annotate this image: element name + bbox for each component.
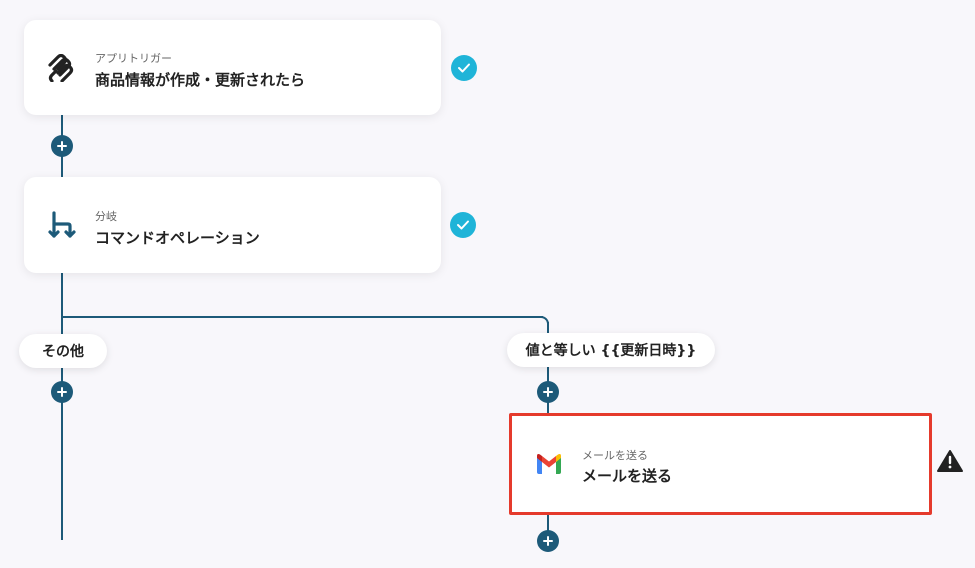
check-icon [451,55,477,81]
connector-line-branch-to-split [61,272,63,318]
add-step-button[interactable] [537,381,559,403]
squarespace-logo-icon [44,53,78,83]
warning-icon [936,449,964,473]
gmail-icon [534,450,564,476]
step-title: メールを送る [582,467,673,485]
connector-line-split-horizontal [61,316,543,318]
step-subtitle: アプリトリガー [95,52,172,65]
step-subtitle: 分岐 [95,210,117,223]
branch-label-condition[interactable]: 値と等しい {{更新日時}} [507,333,715,367]
add-step-button[interactable] [537,530,559,552]
branch-label-other[interactable]: その他 [19,334,107,368]
step-title: コマンドオペレーション [95,229,260,247]
step-card-branch[interactable]: 分岐 コマンドオペレーション [24,177,441,273]
check-icon [450,212,476,238]
connector-corner [539,316,549,326]
step-card-send-mail[interactable]: メールを送る メールを送る [509,413,932,515]
add-step-button[interactable] [51,381,73,403]
step-title: 商品情報が作成・更新されたら [95,71,306,89]
branch-icon [46,209,78,241]
step-card-trigger[interactable]: アプリトリガー 商品情報が作成・更新されたら [24,20,441,115]
step-subtitle: メールを送る [582,449,648,462]
add-step-button[interactable] [51,135,73,157]
